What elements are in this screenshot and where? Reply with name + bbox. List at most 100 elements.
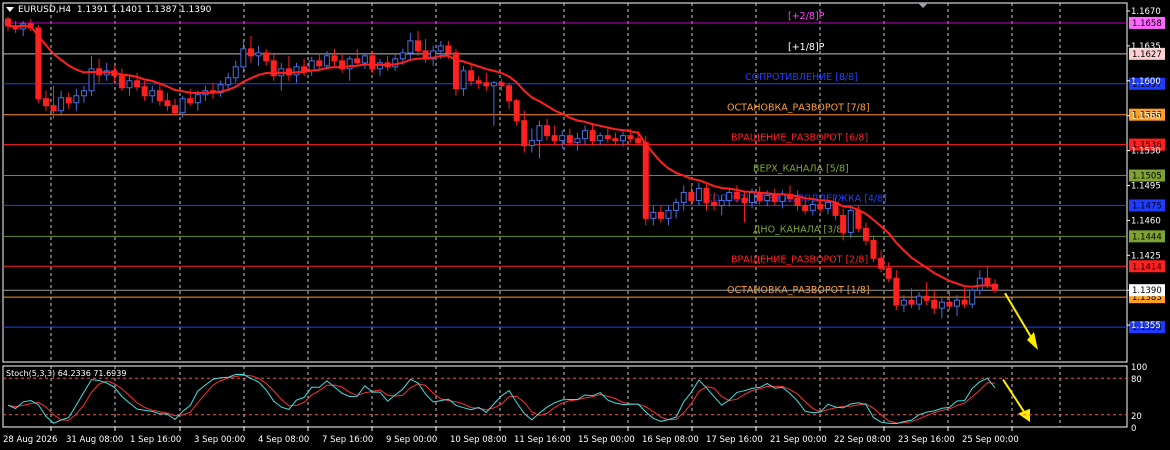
murrey-label: ОСТАНОВКА_РАЗВОРОТ [7/8]	[727, 103, 870, 114]
candle-body	[141, 86, 148, 97]
candle-body	[627, 135, 634, 140]
time-axis-label: 3 Sep 00:00	[194, 435, 245, 445]
candle-body	[612, 138, 619, 142]
candle-body	[399, 52, 406, 60]
candle-body	[589, 130, 596, 142]
candle-body	[301, 66, 308, 72]
current-price-tag-text: 1.1390	[1132, 286, 1162, 296]
murrey-price-tag-text: 1.1658	[1132, 19, 1162, 29]
stoch-main-line	[7, 373, 996, 425]
price-tick-label: 1.1460	[1131, 216, 1161, 226]
candle-body	[528, 140, 535, 147]
time-axis-label: 17 Sep 16:00	[706, 435, 763, 445]
candle-body	[931, 299, 938, 309]
candle-body	[369, 55, 376, 70]
stoch-panel-frame	[2, 365, 1128, 428]
murrey-label: ВЕРХ_КАНАЛА [5/8]	[753, 164, 849, 175]
murrey-label: [+1/8]P	[788, 42, 825, 53]
stoch-forecast-arrow-shaft	[1002, 378, 1027, 416]
candle-body	[802, 204, 809, 211]
candle-body	[513, 100, 520, 122]
moving-average-line	[7, 24, 996, 288]
candle-body	[247, 48, 254, 57]
candle-body	[194, 94, 201, 104]
price-tick-label: 1.1495	[1131, 181, 1161, 191]
murrey-label: [+2/8]P	[788, 11, 825, 22]
stoch-tick-label: 20	[1131, 412, 1142, 422]
candle-body	[179, 98, 186, 114]
stoch-signal-line	[7, 374, 996, 424]
candle-body	[900, 299, 907, 306]
candle-body	[908, 299, 915, 305]
price-tick-label: 1.1565	[1131, 112, 1161, 122]
forecast-arrow-shaft	[1004, 292, 1035, 343]
candle-body	[58, 97, 65, 112]
candle-body	[635, 138, 642, 144]
shift-marker-icon[interactable]	[918, 3, 928, 8]
murrey-label: СОПРОТИВЛЕНИЕ [8/8]	[745, 72, 858, 83]
candle-body	[407, 40, 414, 54]
price-chart[interactable]: [+2/8]P1.1658[+1/8]P1.1627СОПРОТИВЛЕНИЕ …	[0, 0, 1170, 450]
candle-body	[946, 301, 953, 307]
candle-body	[483, 82, 490, 87]
candle-body	[984, 277, 991, 285]
candle-body	[50, 105, 57, 112]
candle-body	[794, 197, 801, 206]
candle-body	[779, 193, 786, 202]
candle-body	[551, 135, 558, 142]
candle-body	[809, 203, 816, 211]
candle-body	[665, 209, 672, 219]
candle-body	[118, 75, 125, 89]
time-axis-label: 15 Sep 00:00	[578, 435, 635, 445]
candle-body	[263, 52, 270, 62]
candle-body	[468, 70, 475, 82]
time-axis-label: 31 Aug 08:00	[66, 435, 123, 445]
candle-body	[619, 135, 626, 142]
stoch-tick-label: 0	[1131, 424, 1136, 434]
price-tick-label: 1.1600	[1131, 77, 1161, 87]
candle-body	[969, 289, 976, 305]
candle-body	[703, 187, 710, 203]
candle-body	[673, 201, 680, 211]
candle-body	[711, 201, 718, 206]
candle-body	[544, 125, 551, 137]
candle-body	[938, 301, 945, 309]
murrey-price-tag-text: 1.1414	[1132, 262, 1162, 272]
candle-body	[878, 257, 885, 269]
time-axis-label: 16 Sep 08:00	[642, 435, 699, 445]
candle-body	[718, 199, 725, 206]
time-axis-label: 10 Sep 08:00	[450, 435, 507, 445]
candle-body	[961, 299, 968, 305]
candle-body	[954, 299, 961, 307]
candle-body	[460, 70, 467, 90]
time-axis-label: 22 Sep 08:00	[834, 435, 891, 445]
candle-body	[392, 58, 399, 68]
time-axis-label: 7 Sep 16:00	[322, 435, 373, 445]
candle-body	[726, 191, 733, 201]
candle-body	[437, 45, 444, 52]
price-tick-label: 1.1635	[1131, 42, 1161, 52]
time-axis-label: 21 Sep 00:00	[770, 435, 827, 445]
candle-body	[582, 130, 589, 140]
candle-body	[475, 80, 482, 84]
candle-body	[445, 45, 452, 54]
candle-body	[323, 55, 330, 67]
candle-body	[308, 60, 315, 72]
candle-body	[354, 58, 361, 64]
candle-body	[870, 239, 877, 259]
candle-body	[764, 194, 771, 201]
time-axis-label: 23 Sep 16:00	[898, 435, 955, 445]
stoch-tick-label: 80	[1131, 375, 1142, 385]
price-tick-label: 1.1425	[1131, 251, 1161, 261]
candle-body	[680, 191, 687, 203]
candle-body	[255, 52, 262, 57]
candle-body	[240, 48, 247, 68]
time-axis-label: 9 Sep 00:00	[386, 435, 437, 445]
candle-body	[521, 120, 528, 147]
candle-body	[893, 277, 900, 306]
candle-body	[149, 90, 156, 97]
candle-body	[172, 105, 179, 114]
candle-body	[414, 40, 421, 52]
candle-body	[916, 295, 923, 305]
murrey-price-tag-text: 1.1444	[1132, 232, 1162, 242]
